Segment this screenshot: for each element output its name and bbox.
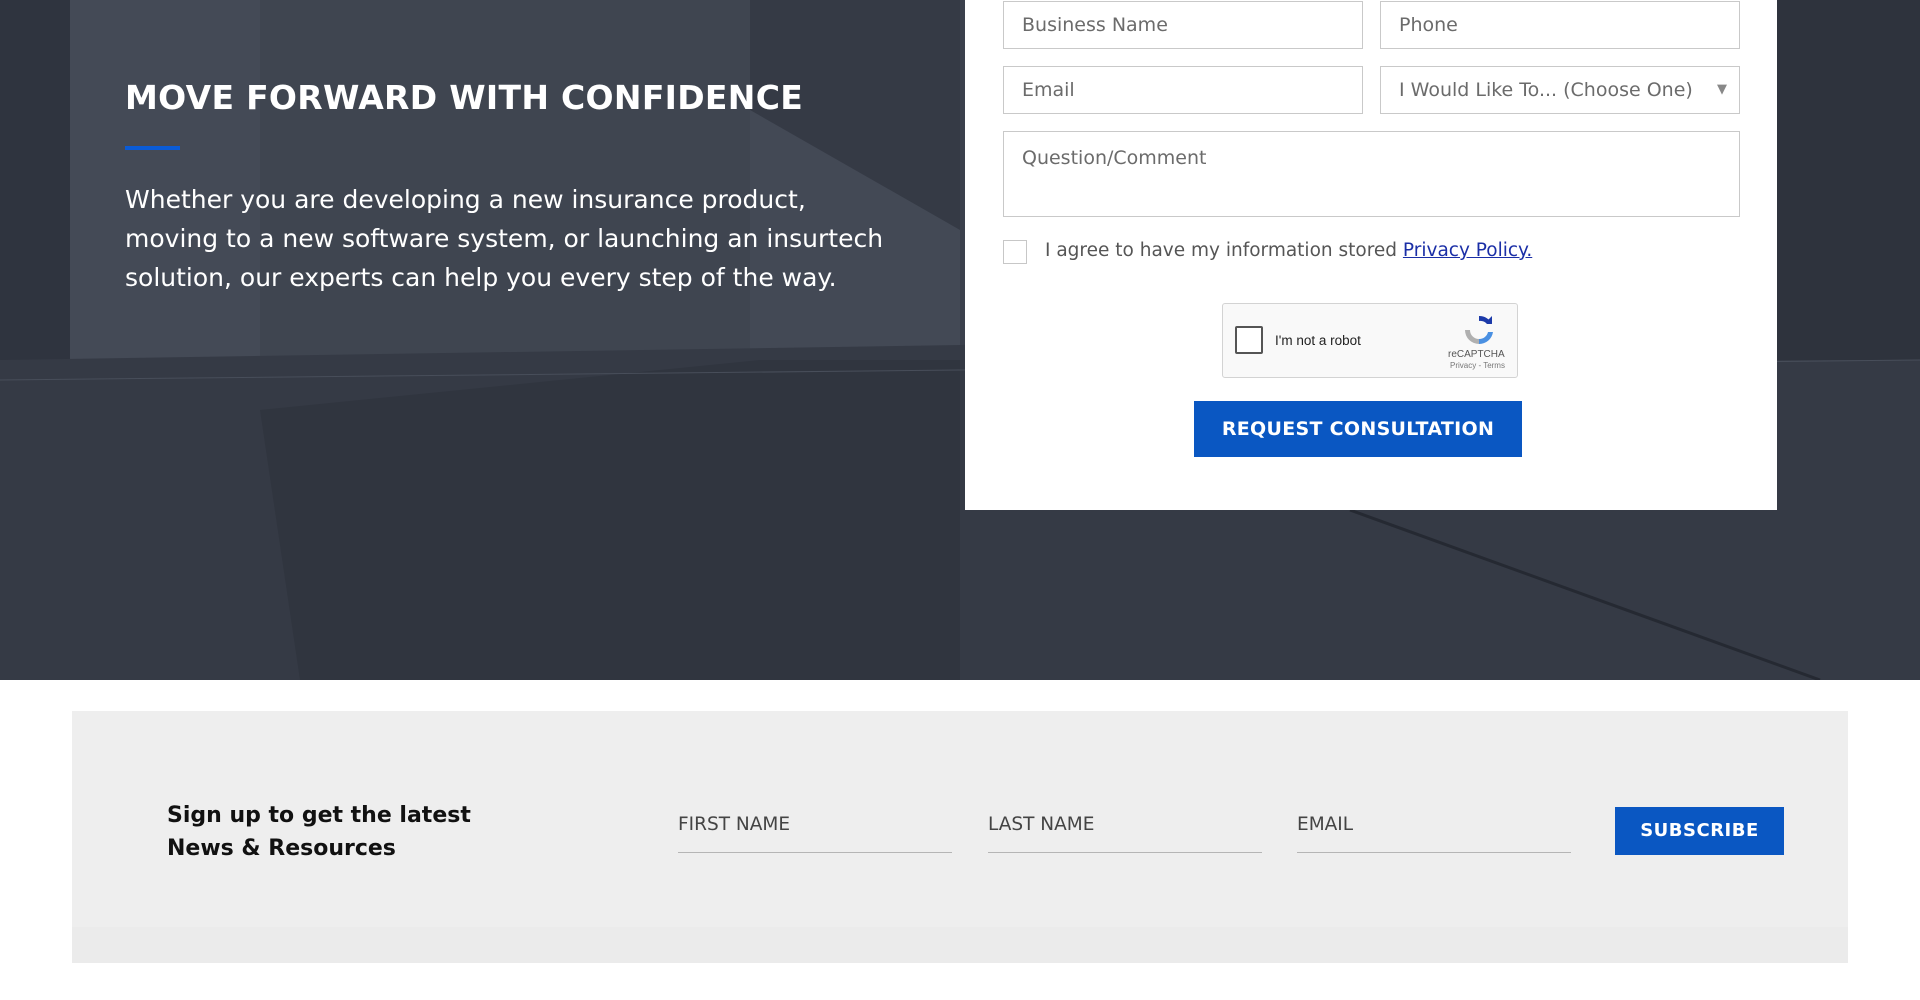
- hero-section: MOVE FORWARD WITH CONFIDENCE Whether you…: [0, 0, 1920, 680]
- recaptcha-logo-icon: [1465, 315, 1493, 345]
- hero-title: MOVE FORWARD WITH CONFIDENCE: [125, 78, 804, 117]
- newsletter-email-input[interactable]: EMAIL: [1297, 811, 1571, 853]
- last-name-input[interactable]: LAST NAME: [988, 811, 1262, 853]
- request-consultation-button[interactable]: REQUEST CONSULTATION: [1194, 401, 1522, 457]
- recaptcha-brand: reCAPTCHA: [1448, 349, 1505, 360]
- email-input[interactable]: Email: [1003, 66, 1363, 114]
- business-name-placeholder: Business Name: [1022, 14, 1168, 36]
- newsletter-signup: Sign up to get the latest News & Resourc…: [72, 711, 1848, 963]
- recaptcha-checkbox[interactable]: [1235, 326, 1263, 354]
- newsletter-bottom-band: [72, 927, 1848, 963]
- newsletter-heading-line2: News & Resources: [167, 836, 396, 861]
- caret-down-icon: ▼: [1717, 82, 1727, 97]
- privacy-agree-text: I agree to have my information stored: [1045, 240, 1398, 261]
- consultation-form: Business Name Phone Email I Would Like T…: [965, 0, 1777, 510]
- comment-placeholder: Question/Comment: [1022, 147, 1207, 169]
- recaptcha-terms-link[interactable]: Privacy - Terms: [1450, 361, 1505, 370]
- phone-placeholder: Phone: [1399, 14, 1458, 36]
- business-name-input[interactable]: Business Name: [1003, 1, 1363, 49]
- newsletter-heading: Sign up to get the latest News & Resourc…: [167, 799, 487, 865]
- intent-select-value: I Would Like To... (Choose One): [1399, 79, 1693, 101]
- recaptcha-widget: I'm not a robot reCAPTCHA Privacy - Term…: [1222, 303, 1518, 378]
- privacy-agree-label: I agree to have my information stored Pr…: [1045, 240, 1532, 261]
- last-name-placeholder: LAST NAME: [988, 814, 1095, 835]
- comment-textarea[interactable]: Question/Comment: [1003, 131, 1740, 217]
- privacy-policy-link[interactable]: Privacy Policy.: [1403, 240, 1532, 261]
- first-name-input[interactable]: FIRST NAME: [678, 811, 952, 853]
- newsletter-heading-line1: Sign up to get the latest: [167, 803, 471, 828]
- hero-description: Whether you are developing a new insuran…: [125, 185, 884, 292]
- subscribe-button[interactable]: SUBSCRIBE: [1615, 807, 1784, 855]
- phone-input[interactable]: Phone: [1380, 1, 1740, 49]
- intent-select[interactable]: I Would Like To... (Choose One) ▼: [1380, 66, 1740, 114]
- recaptcha-label: I'm not a robot: [1275, 333, 1361, 348]
- first-name-placeholder: FIRST NAME: [678, 814, 791, 835]
- email-placeholder: Email: [1022, 79, 1075, 101]
- privacy-agree-checkbox[interactable]: [1003, 240, 1027, 264]
- title-accent-rule: [125, 146, 180, 150]
- newsletter-email-placeholder: EMAIL: [1297, 814, 1354, 835]
